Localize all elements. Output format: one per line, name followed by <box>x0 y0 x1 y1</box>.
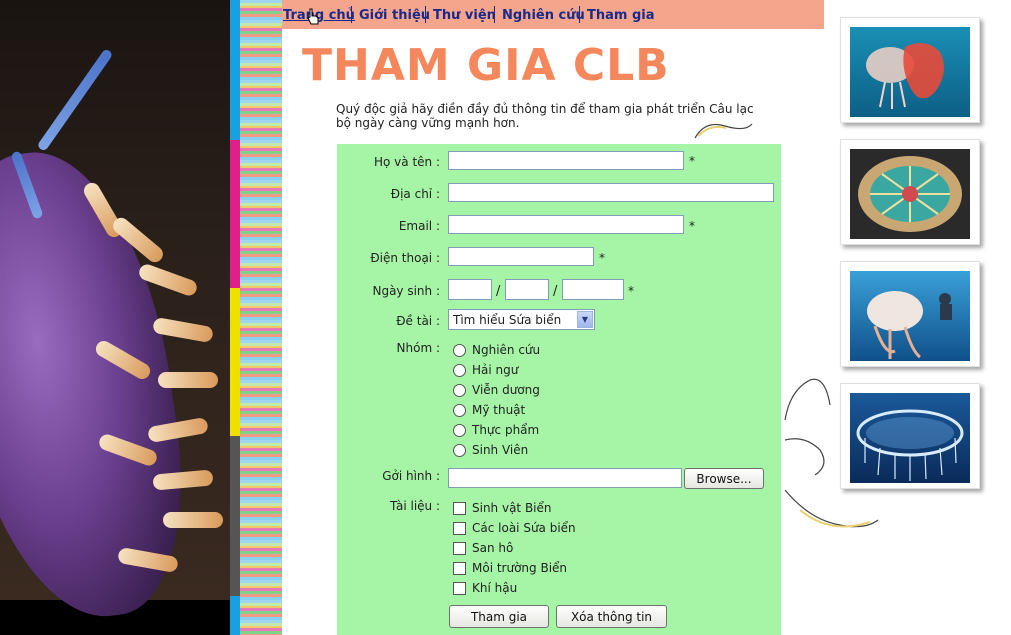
squiggle-decoration <box>784 438 825 476</box>
radio-icon[interactable] <box>453 383 466 397</box>
phone-required-mark: * <box>599 251 605 265</box>
jellyfish-disc-photo <box>850 149 970 239</box>
birthdate-label: Ngày sinh : <box>372 284 440 298</box>
document-option-label: Các loài Sứa biển <box>472 521 576 535</box>
birthdate-required-mark: * <box>628 284 634 298</box>
document-option-coral[interactable]: San hô <box>453 539 513 557</box>
radio-icon[interactable] <box>453 443 466 457</box>
hand-cursor-icon <box>307 8 319 25</box>
checkbox-icon[interactable] <box>453 581 466 595</box>
group-option-label: Viễn dương <box>472 383 540 397</box>
birth-month-input[interactable] <box>505 279 549 300</box>
sea-slug-frill <box>158 372 218 388</box>
chevron-down-icon[interactable]: ▼ <box>577 311 593 328</box>
document-option-label: Môi trường Biển <box>472 561 568 575</box>
document-option-label: Sinh vật Biển <box>472 501 552 515</box>
jellyfish-icon <box>856 409 964 481</box>
photo-card <box>840 261 980 367</box>
birth-day-input[interactable] <box>448 279 492 300</box>
color-stripe-decoration <box>230 0 282 635</box>
jellyfish-ring-photo <box>850 393 970 483</box>
topic-label: Đề tài : <box>396 314 440 328</box>
full-name-required-mark: * <box>689 154 695 168</box>
phone-input[interactable] <box>448 247 594 266</box>
email-label: Email : <box>398 219 440 233</box>
jellyfish-icon <box>858 156 962 232</box>
document-option-label: San hô <box>472 541 514 555</box>
nav-separator <box>351 6 352 23</box>
checkbox-icon[interactable] <box>453 501 466 515</box>
sea-slug-banner-image <box>0 0 230 635</box>
nav-library-link[interactable]: Thư viện <box>433 8 496 23</box>
full-name-label: Họ và tên : <box>374 155 440 169</box>
group-option-student[interactable]: Sinh Viên <box>453 441 528 459</box>
top-navigation: Trang chủ Giới thiệu Thư viện Nghiên cứu… <box>282 0 824 29</box>
address-input[interactable] <box>448 183 774 202</box>
nav-separator <box>579 6 580 23</box>
photo-card <box>840 139 980 245</box>
upload-path-input[interactable] <box>448 468 682 488</box>
jellyfish-icon <box>866 43 944 109</box>
registration-form: Họ và tên : * Địa chỉ : Email : * Điện t… <box>337 144 781 635</box>
radio-icon[interactable] <box>453 403 466 417</box>
browse-button[interactable]: Browse... <box>684 468 764 489</box>
group-label: Nhóm : <box>396 341 440 355</box>
checkbox-icon[interactable] <box>453 521 466 535</box>
reset-button[interactable]: Xóa thông tin <box>556 605 667 628</box>
radio-icon[interactable] <box>453 343 466 357</box>
radio-icon[interactable] <box>453 363 466 377</box>
nav-separator <box>425 6 426 23</box>
topic-select[interactable]: Tìm hiểu Sứa biển ▼ <box>448 309 595 330</box>
sea-slug-frill <box>163 512 223 528</box>
group-option-label: Hải ngư <box>472 363 519 377</box>
topic-selected-value: Tìm hiểu Sứa biển <box>453 312 562 327</box>
jellyfish-diver-photo <box>850 271 970 361</box>
group-option-research[interactable]: Nghiên cứu <box>453 341 540 359</box>
radio-icon[interactable] <box>453 423 466 437</box>
document-option-climate[interactable]: Khí hậu <box>453 579 517 597</box>
document-option-marine-environment[interactable]: Môi trường Biển <box>453 559 567 577</box>
date-separator: / <box>553 284 558 299</box>
jellyfish-orange-photo <box>850 27 970 117</box>
group-option-label: Thực phẩm <box>472 423 540 437</box>
document-option-marine-life[interactable]: Sinh vật Biển <box>453 499 552 517</box>
squiggle-decoration <box>784 378 831 421</box>
group-option-arts[interactable]: Mỹ thuật <box>453 401 525 419</box>
address-label: Địa chỉ : <box>390 187 440 201</box>
birth-year-input[interactable] <box>562 279 624 300</box>
group-option-ocean[interactable]: Viễn dương <box>453 381 540 399</box>
document-option-label: Khí hậu <box>472 581 518 595</box>
photo-card <box>840 17 980 123</box>
documents-label: Tài liệu : <box>390 499 440 513</box>
checkbox-icon[interactable] <box>453 541 466 555</box>
phone-label: Điện thoại : <box>370 251 440 265</box>
checkbox-icon[interactable] <box>453 561 466 575</box>
photo-card <box>840 383 980 489</box>
submit-button[interactable]: Tham gia <box>449 605 549 628</box>
squiggle-decoration <box>784 489 879 528</box>
date-separator: / <box>496 284 501 299</box>
nav-join-link[interactable]: Tham gia <box>587 8 655 23</box>
nav-about-link[interactable]: Giới thiệu <box>359 8 430 23</box>
full-name-input[interactable] <box>448 151 684 170</box>
nav-separator <box>494 6 495 23</box>
group-option-label: Mỹ thuật <box>472 403 526 417</box>
group-option-label: Sinh Viên <box>472 443 529 457</box>
document-option-jellyfish[interactable]: Các loài Sứa biển <box>453 519 576 537</box>
page-title: THAM GIA CLB <box>302 40 670 91</box>
group-option-food[interactable]: Thực phẩm <box>453 421 539 439</box>
nav-research-link[interactable]: Nghiên cứu <box>502 8 585 23</box>
email-input[interactable] <box>448 215 684 234</box>
group-option-label: Nghiên cứu <box>472 343 541 357</box>
upload-label: Gởi hình : <box>382 469 440 483</box>
jellyfish-icon <box>867 291 952 359</box>
email-required-mark: * <box>689 219 695 233</box>
group-option-fishery[interactable]: Hải ngư <box>453 361 518 379</box>
